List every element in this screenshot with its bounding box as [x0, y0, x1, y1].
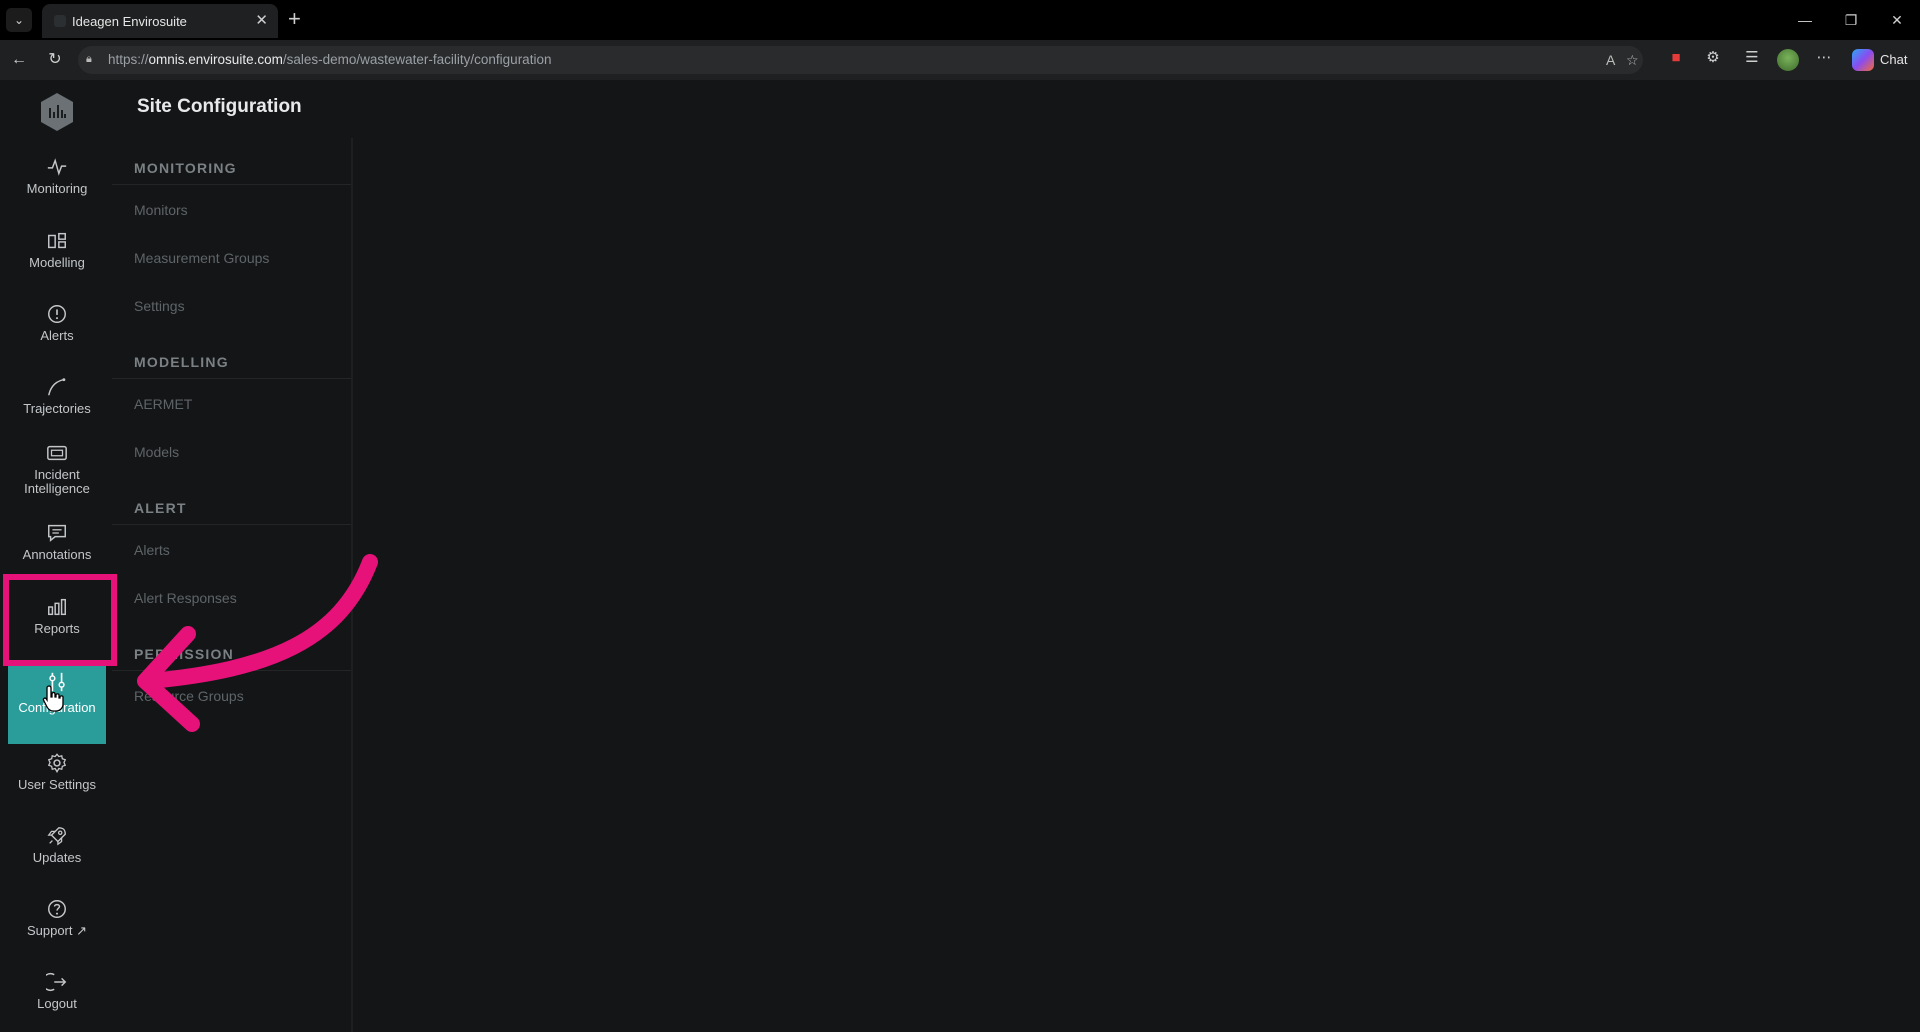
- page-title: Site Configuration: [137, 96, 302, 117]
- divider: [112, 524, 351, 525]
- subnav-item-models[interactable]: Models: [134, 444, 179, 460]
- extension-record-icon[interactable]: ■: [1666, 48, 1686, 68]
- url-text: https://omnis.envirosuite.com/sales-demo…: [108, 52, 552, 67]
- mouse-cursor-hand-icon: [42, 684, 64, 712]
- nav-incident-intelligence[interactable]: Incident Intelligence: [8, 442, 106, 496]
- tab-favicon-icon: [54, 15, 66, 27]
- rocket-icon: [47, 827, 66, 846]
- window-controls: — ❐ ✕: [1782, 0, 1920, 40]
- nav-logout[interactable]: Logout: [8, 971, 106, 1011]
- subnav-item-alerts[interactable]: Alerts: [134, 542, 170, 558]
- favorite-star-icon[interactable]: ☆: [1626, 52, 1639, 69]
- subnav-item-aermet[interactable]: AERMET: [134, 396, 192, 412]
- extensions-puzzle-icon[interactable]: ⚙: [1703, 48, 1723, 68]
- gear-icon: [47, 753, 67, 774]
- nav-label: User Settings: [17, 777, 97, 792]
- section-heading-modelling: MODELLING: [134, 354, 229, 370]
- nav-user-settings[interactable]: User Settings: [8, 752, 106, 792]
- annotation-highlight-box: [3, 574, 117, 666]
- activity-icon: [47, 158, 67, 176]
- modelling-icon: [48, 232, 66, 249]
- restore-icon[interactable]: ❐: [1828, 0, 1874, 40]
- nav-label: Alerts: [40, 328, 74, 343]
- nav-configuration[interactable]: Configuration: [8, 664, 106, 744]
- subnav-item-monitors[interactable]: Monitors: [134, 202, 188, 218]
- nav-monitoring[interactable]: Monitoring: [8, 156, 106, 196]
- browser-tabbar: ⌄ Ideagen Envirosuite ✕ + — ❐ ✕: [0, 0, 1920, 40]
- tab-title: Ideagen Envirosuite: [72, 14, 187, 29]
- nav-annotations[interactable]: Annotations: [8, 522, 106, 562]
- browser-toolbar: ← ↻ 🔒︎ https://omnis.envirosuite.com/sal…: [0, 40, 1920, 80]
- read-aloud-icon[interactable]: A: [1606, 52, 1615, 68]
- more-menu-icon[interactable]: ⋯: [1814, 48, 1834, 68]
- nav-label: Updates: [32, 850, 82, 865]
- nav-trajectories[interactable]: Trajectories: [8, 376, 106, 416]
- nav-modelling[interactable]: Modelling: [8, 230, 106, 270]
- nav-label: Modelling: [29, 255, 85, 270]
- tab-list-chevron-icon[interactable]: ⌄: [6, 8, 32, 32]
- nav-label: Monitoring: [26, 181, 88, 196]
- app-root: Monitoring Modelling Alerts Trajectories…: [0, 80, 1920, 1032]
- nav-label: Trajectories: [23, 401, 91, 416]
- back-icon[interactable]: ←: [8, 49, 30, 71]
- logout-icon: [46, 973, 67, 991]
- help-circle-icon: [48, 900, 66, 918]
- subnav-item-resource-groups[interactable]: Resource Groups: [134, 688, 244, 704]
- nav-label: Support ↗: [26, 923, 88, 938]
- configuration-subnav: MONITORING Monitors Measurement Groups S…: [112, 138, 353, 1032]
- section-heading-alert: ALERT: [134, 500, 187, 516]
- nav-alerts[interactable]: Alerts: [8, 303, 106, 343]
- new-tab-icon[interactable]: +: [288, 6, 301, 32]
- close-window-icon[interactable]: ✕: [1874, 0, 1920, 40]
- nav-updates[interactable]: Updates: [8, 825, 106, 865]
- reload-icon[interactable]: ↻: [44, 49, 66, 71]
- nav-label: Logout: [37, 996, 77, 1011]
- nav-support[interactable]: Support ↗: [8, 898, 106, 938]
- minimize-icon[interactable]: —: [1782, 0, 1828, 40]
- external-link-icon: ↗: [76, 923, 88, 938]
- divider: [112, 670, 351, 671]
- trajectory-icon: [48, 378, 66, 396]
- lock-icon: 🔒︎: [86, 53, 92, 65]
- chat-label[interactable]: Chat: [1880, 52, 1907, 67]
- annotation-icon: [48, 524, 66, 542]
- subnav-item-settings[interactable]: Settings: [134, 298, 185, 314]
- section-heading-monitoring: MONITORING: [134, 160, 237, 176]
- tab-close-icon[interactable]: ✕: [255, 11, 268, 29]
- subnav-item-alert-responses[interactable]: Alert Responses: [134, 590, 237, 606]
- subnav-item-measurement-groups[interactable]: Measurement Groups: [134, 250, 269, 266]
- address-bar[interactable]: 🔒︎ https://omnis.envirosuite.com/sales-d…: [78, 46, 1643, 74]
- nav-label: Annotations: [22, 547, 92, 562]
- app-logo-icon[interactable]: [39, 92, 75, 132]
- divider: [112, 378, 351, 379]
- nav-label: Incident Intelligence: [24, 467, 90, 496]
- divider: [112, 184, 351, 185]
- profile-avatar[interactable]: [1777, 49, 1799, 71]
- browser-tab[interactable]: Ideagen Envirosuite ✕: [42, 4, 278, 38]
- left-navigation: Monitoring Modelling Alerts Trajectories…: [0, 80, 112, 1032]
- favorites-icon[interactable]: ☰: [1742, 48, 1762, 68]
- alert-circle-icon: [48, 305, 66, 323]
- copilot-icon[interactable]: [1852, 49, 1874, 71]
- section-heading-permission: PERMISSION: [134, 646, 234, 662]
- incident-icon: [47, 445, 67, 461]
